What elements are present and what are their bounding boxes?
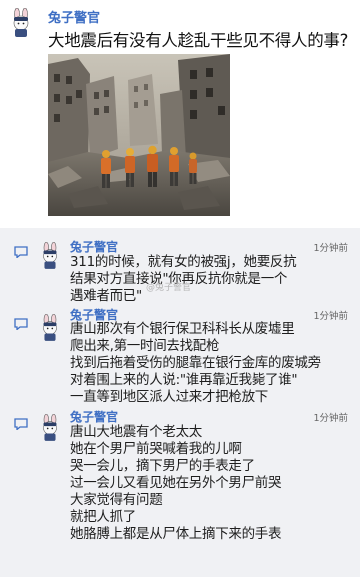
watermark: @兔子警官 [146, 283, 192, 293]
comment-time: 1分钟前 [313, 243, 348, 254]
post-image[interactable] [48, 54, 230, 216]
comment-time: 1分钟前 [313, 311, 348, 322]
earthquake-rubble-image [48, 54, 230, 216]
post-header: 兔子警官 大地震后有没有人趁乱干些见不得人的事? [0, 0, 360, 52]
post-title: 大地震后有没有人趁乱干些见不得人的事? [48, 31, 349, 50]
comment-item: 兔子警官 1分钟前 唐山那次有个银行保卫科科长从废墟里 爬出来,第一时间去找配枪… [0, 306, 360, 406]
rabbit-police-avatar[interactable] [38, 314, 62, 342]
comment-time: 1分钟前 [313, 413, 348, 424]
comment-text: 唐山那次有个银行保卫科科长从废墟里 爬出来,第一时间去找配枪 找到后拖着受伤的腿… [70, 321, 321, 405]
rabbit-police-avatar[interactable] [8, 8, 34, 38]
comment-text: 唐山大地震有个老太太 她在个男尸前哭喊着我的儿啊 哭一会儿，摘下男尸的手表走了 … [70, 424, 282, 542]
comment-icon[interactable] [14, 246, 28, 258]
comment-text: 311的时候，就有女的被强j，她要反抗 结果对方直接说"你再反抗你就是一个 遇难… [70, 254, 297, 304]
rabbit-police-avatar[interactable] [38, 414, 62, 442]
comments-section: 兔子警官 1分钟前 311的时候，就有女的被强j，她要反抗 结果对方直接说"你再… [0, 228, 360, 577]
comment-item: 兔子警官 1分钟前 311的时候，就有女的被强j，她要反抗 结果对方直接说"你再… [0, 234, 360, 304]
post-author[interactable]: 兔子警官 [48, 7, 100, 26]
comment-author[interactable]: 兔子警官 [70, 408, 118, 425]
comment-item: 兔子警官 1分钟前 唐山大地震有个老太太 她在个男尸前哭喊着我的儿啊 哭一会儿，… [0, 406, 360, 574]
rabbit-police-avatar[interactable] [38, 242, 62, 270]
comment-author[interactable]: 兔子警官 [70, 238, 118, 255]
comment-icon[interactable] [14, 318, 28, 330]
comment-icon[interactable] [14, 418, 28, 430]
